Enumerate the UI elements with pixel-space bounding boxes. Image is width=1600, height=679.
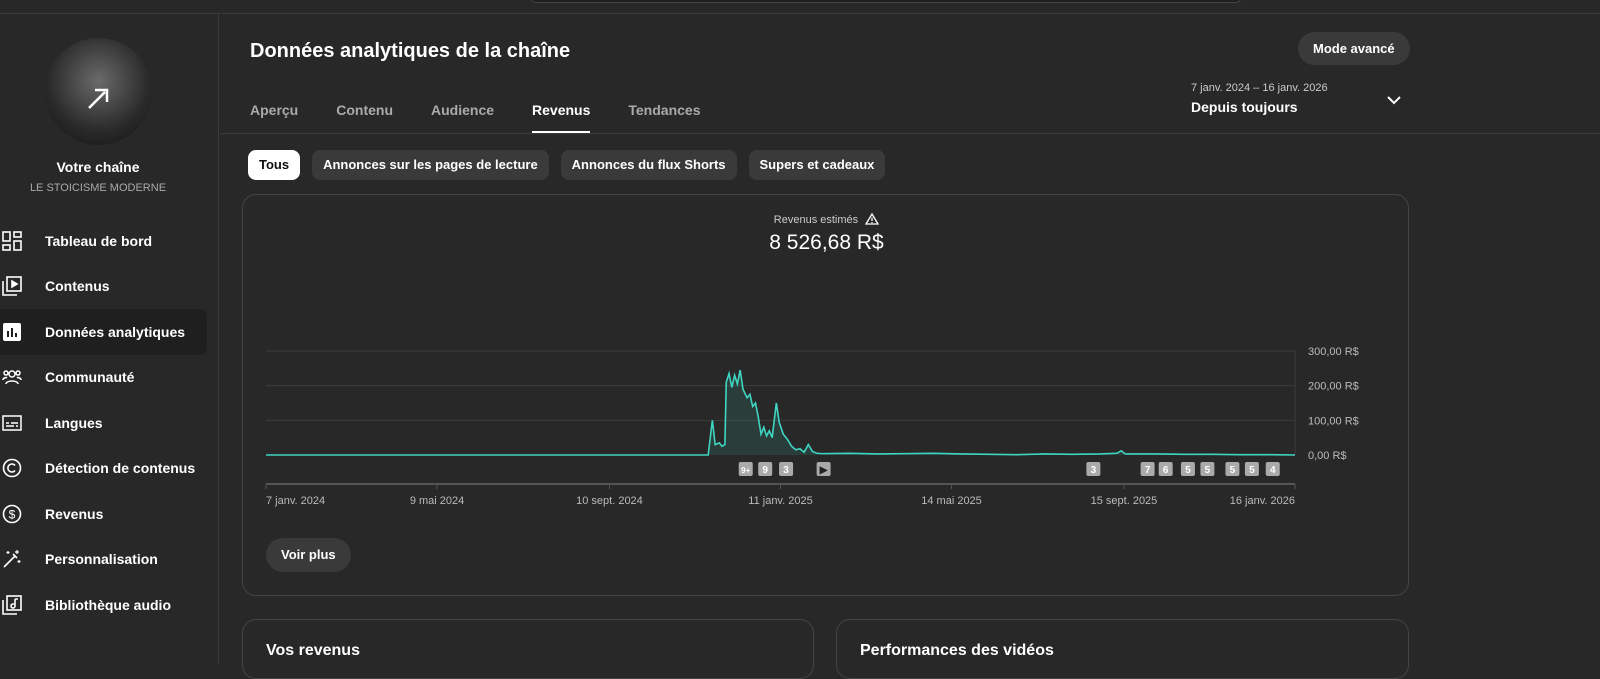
video-marker-label: 9+	[741, 466, 750, 475]
channel-name: LE STOICISME MODERNE	[29, 182, 167, 194]
your-revenue-card: Vos revenus	[242, 619, 814, 679]
x-tick-label: 14 mai 2025	[921, 495, 982, 507]
video-marker-label: 9	[762, 465, 768, 476]
tab-revenue[interactable]: Revenus	[532, 102, 591, 133]
tab-overview[interactable]: Aperçu	[250, 102, 298, 132]
sidebar-item-customization[interactable]: Personnalisation	[0, 537, 207, 583]
filter-chips: Tous Annonces sur les pages de lecture A…	[248, 150, 886, 180]
revenue-chart-card: Revenus estimés 8 526,68 R$ 300,00 R$ 200…	[242, 194, 1409, 596]
series-area	[266, 370, 1295, 455]
dollar-icon: $	[2, 504, 22, 524]
video-marker-label: 5	[1185, 465, 1191, 476]
x-tick-label: 9 mai 2024	[410, 495, 464, 507]
channel-avatar[interactable]	[45, 38, 152, 145]
dashboard-icon	[2, 230, 22, 251]
tab-divider	[220, 133, 1600, 134]
external-link-icon	[88, 88, 109, 109]
y-tick-label: 0,00 R$	[1308, 450, 1347, 462]
svg-text:$: $	[9, 507, 16, 521]
tab-audience[interactable]: Audience	[431, 102, 494, 132]
filter-all[interactable]: Tous	[248, 150, 301, 180]
sidebar-nav: Tableau de bord Contenus Données analyti…	[0, 218, 219, 628]
video-marker-label: 5	[1249, 465, 1255, 476]
period-label: Depuis toujours	[1191, 99, 1298, 115]
sidebar-item-revenue[interactable]: $ Revenus	[0, 491, 207, 537]
magic-wand-icon	[3, 550, 21, 568]
metric-label: Revenus estimés	[243, 212, 1410, 226]
x-tick-label: 7 janv. 2024	[266, 495, 325, 507]
date-range-selector[interactable]: 7 janv. 2024 – 16 janv. 2026 Depuis touj…	[1191, 82, 1328, 115]
community-icon	[2, 370, 22, 385]
sidebar-item-languages[interactable]: Langues	[0, 400, 207, 446]
warning-icon[interactable]	[865, 212, 880, 225]
tab-trends[interactable]: Tendances	[628, 102, 700, 132]
revenue-chart[interactable]: 300,00 R$ 200,00 R$ 100,00 R$ 0,00 R$ 7 janv…	[243, 335, 1410, 655]
content-icon	[2, 276, 22, 297]
x-tick-label: 11 janv. 2025	[748, 495, 812, 507]
see-more-button[interactable]: Voir plus	[266, 538, 351, 572]
x-tick-label: 16 janv. 2026	[1230, 495, 1295, 507]
filter-supers-gifts[interactable]: Supers et cadeaux	[748, 150, 886, 180]
copyright-icon	[2, 458, 22, 478]
y-tick-label: 200,00 R$	[1308, 381, 1359, 393]
page-title: Données analytiques de la chaîne	[250, 40, 571, 62]
audio-library-icon	[2, 594, 22, 615]
subtitles-icon	[2, 415, 22, 431]
y-tick-label: 100,00 R$	[1308, 415, 1359, 427]
search-bar[interactable]	[530, 0, 1242, 3]
filter-watch-page-ads[interactable]: Annonces sur les pages de lecture	[312, 150, 549, 180]
top-bar	[0, 0, 1600, 14]
sidebar-item-content[interactable]: Contenus	[0, 264, 207, 310]
sidebar: Votre chaîne LE STOICISME MODERNE Tablea…	[0, 14, 219, 664]
video-marker-label: 5	[1205, 465, 1211, 476]
sidebar-item-dashboard[interactable]: Tableau de bord	[0, 218, 207, 264]
video-marker-label: 4	[1270, 465, 1276, 476]
video-marker-label: ▶	[819, 465, 829, 476]
video-marker-label: 5	[1230, 465, 1236, 476]
video-marker-label: 6	[1163, 465, 1169, 476]
video-marker-label: 3	[783, 465, 789, 476]
tabs: Aperçu Contenu Audience Revenus Tendance…	[250, 102, 738, 133]
video-marker-label: 7	[1145, 465, 1151, 476]
advanced-mode-button[interactable]: Mode avancé	[1298, 32, 1410, 65]
sidebar-item-analytics[interactable]: Données analytiques	[0, 309, 207, 355]
sidebar-item-audio-library[interactable]: Bibliothèque audio	[0, 582, 207, 628]
metric-value: 8 526,68 R$	[769, 231, 884, 254]
analytics-icon	[3, 322, 21, 341]
x-tick-label: 15 sept. 2025	[1091, 495, 1158, 507]
filter-shorts-feed-ads[interactable]: Annonces du flux Shorts	[560, 150, 737, 180]
chevron-down-icon[interactable]	[1386, 94, 1402, 106]
sidebar-item-copyright[interactable]: Détection de contenus	[0, 446, 207, 492]
video-performance-card: Performances des vidéos	[836, 619, 1409, 679]
channel-title: Votre chaîne	[56, 159, 140, 175]
y-tick-label: 300,00 R$	[1308, 346, 1359, 358]
main: Données analytiques de la chaîne Mode av…	[220, 14, 1600, 679]
tab-content[interactable]: Contenu	[336, 102, 393, 132]
date-range: 7 janv. 2024 – 16 janv. 2026	[1191, 82, 1328, 94]
video-marker-label: 3	[1091, 465, 1097, 476]
sidebar-item-community[interactable]: Communauté	[0, 355, 207, 401]
x-tick-label: 10 sept. 2024	[576, 495, 643, 507]
